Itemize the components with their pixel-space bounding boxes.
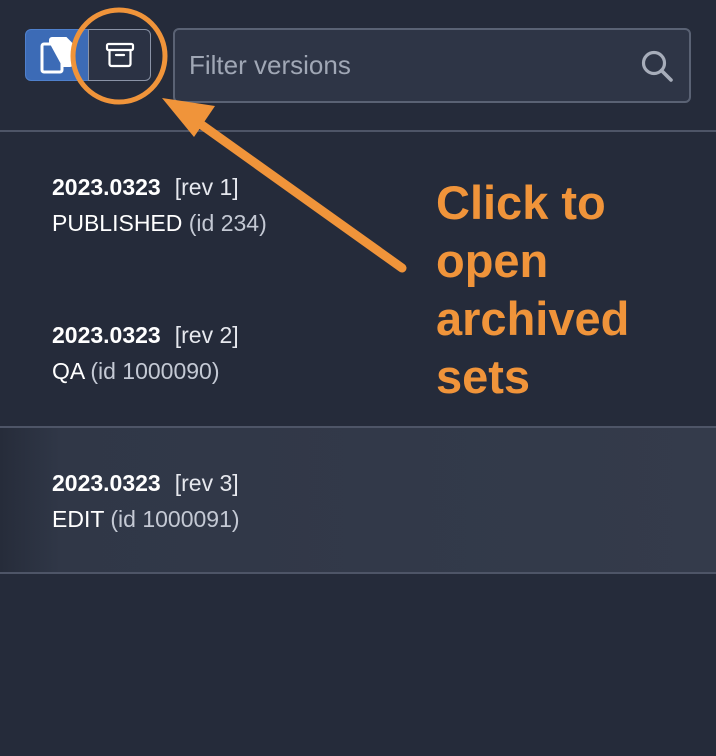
annotation-line: sets <box>436 350 531 403</box>
version-date: 2023.0323 <box>52 322 161 348</box>
annotation-line: Click to <box>436 176 606 229</box>
version-id: (id 234) <box>188 210 267 236</box>
version-date: 2023.0323 <box>52 470 161 496</box>
version-rev: [rev 1] <box>174 174 239 200</box>
view-toggle-group <box>25 29 151 83</box>
archive-icon <box>105 42 134 68</box>
annotation-line: open <box>436 234 549 287</box>
annotation-text: Click to open archived sets <box>436 174 706 406</box>
version-date: 2023.0323 <box>52 174 161 200</box>
version-rev: [rev 2] <box>174 322 239 348</box>
selected-row-bottom-divider <box>0 572 716 574</box>
toolbar <box>0 0 716 130</box>
filter-versions-input[interactable] <box>175 29 639 102</box>
version-rev: [rev 3] <box>174 470 239 496</box>
search-icon[interactable] <box>639 48 675 84</box>
copy-icon <box>40 37 73 74</box>
version-id: (id 1000090) <box>90 358 220 384</box>
annotation-line: archived <box>436 292 630 345</box>
version-item-rev-3[interactable]: 2023.0323 [rev 3] EDIT (id 1000091) <box>0 428 716 572</box>
versions-button[interactable] <box>25 29 89 81</box>
version-status: QA <box>52 358 84 384</box>
version-status: EDIT <box>52 506 104 532</box>
archived-sets-button[interactable] <box>88 29 151 81</box>
version-id: (id 1000091) <box>110 506 240 532</box>
filter-versions-search <box>173 28 691 103</box>
version-status: PUBLISHED <box>52 210 183 236</box>
